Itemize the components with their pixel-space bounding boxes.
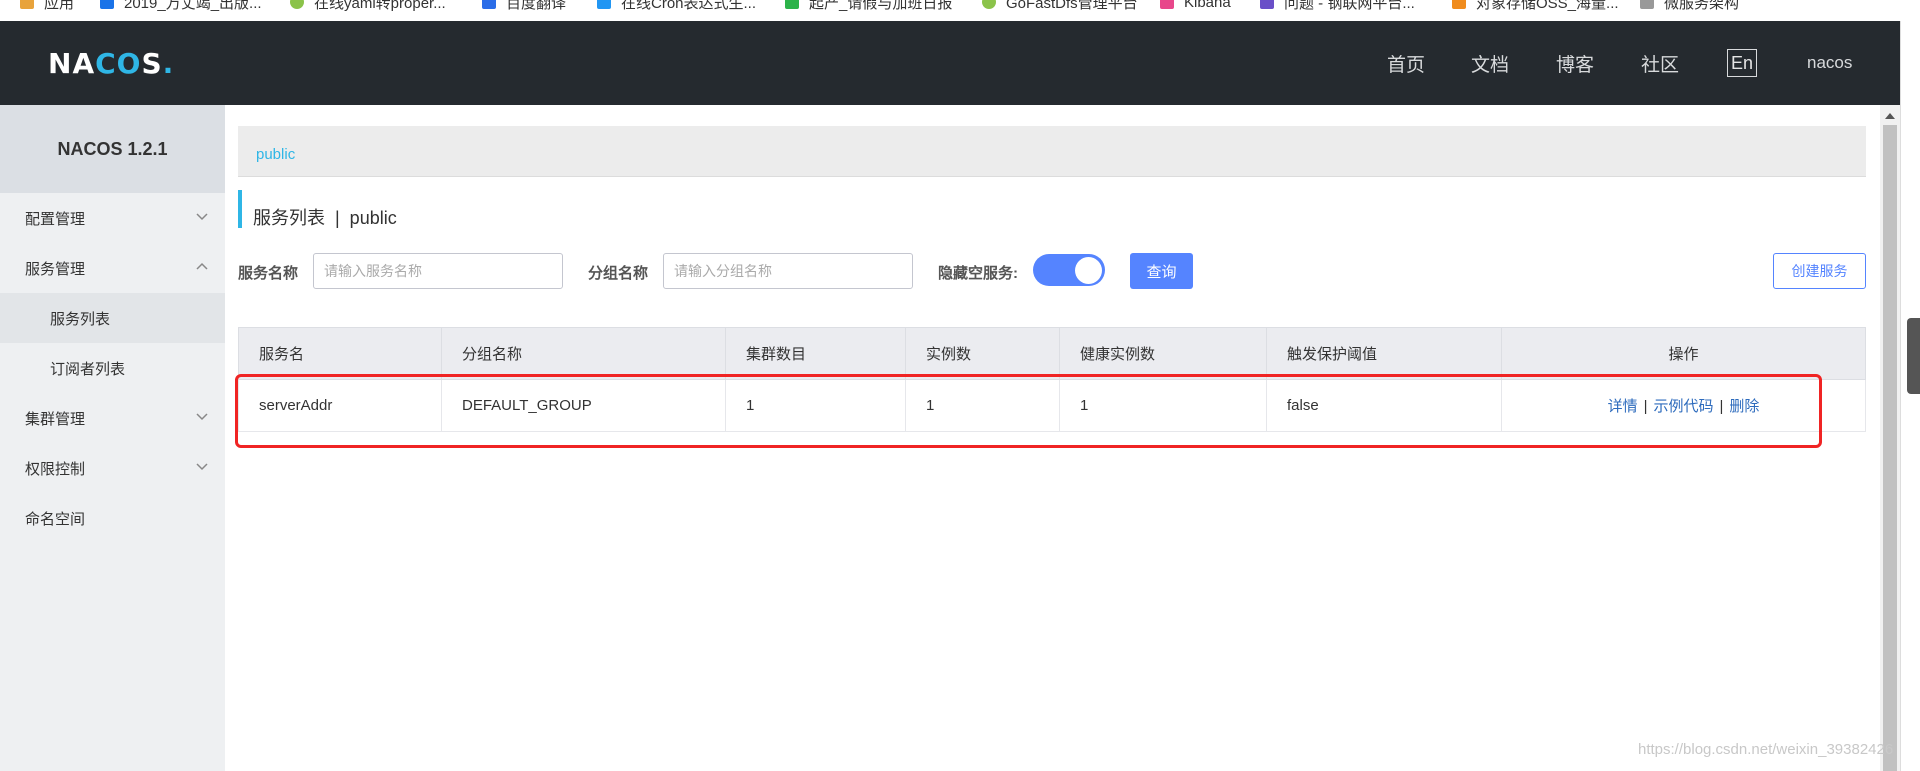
column-header-clusters: 集群数目 xyxy=(725,327,906,380)
bookmarks-bar: 应用 2019_万丈竭_出版... 在线yaml转proper... 百度翻译 … xyxy=(0,0,1920,21)
nacos-logo[interactable]: NACOS. xyxy=(48,47,174,80)
sidebar-item-namespace[interactable]: 命名空间 xyxy=(0,493,225,543)
chevron-down-icon xyxy=(196,463,208,471)
bookmark-item[interactable]: 在线Cron表达式生... xyxy=(597,0,756,12)
nav-home[interactable]: 首页 xyxy=(1387,21,1425,105)
service-name-input[interactable] xyxy=(313,253,563,289)
bookmark-icon xyxy=(290,0,304,9)
column-header-protect-threshold: 触发保护阈值 xyxy=(1266,327,1502,380)
service-name-label: 服务名称 xyxy=(238,265,299,282)
bookmark-icon xyxy=(597,0,611,9)
side-panel-handle[interactable] xyxy=(1907,318,1920,394)
red-highlight-annotation xyxy=(235,374,1822,448)
create-service-button[interactable]: 创建服务 xyxy=(1773,253,1866,289)
kibana-icon xyxy=(1160,0,1174,9)
top-navbar xyxy=(0,21,1900,105)
bookmark-item[interactable]: 百度翻译 xyxy=(482,0,566,12)
column-header-service: 服务名 xyxy=(238,327,442,380)
namespace-tab-public[interactable]: public xyxy=(256,146,295,163)
hide-empty-services-label: 隐藏空服务: xyxy=(938,265,1018,282)
table-header-row: 服务名 分组名称 集群数目 实例数 健康实例数 触发保护阈值 操作 xyxy=(238,327,1866,380)
user-menu[interactable]: nacos xyxy=(1807,21,1852,105)
page-title: 服务列表 | public xyxy=(253,208,397,228)
bookmark-icon xyxy=(100,0,114,9)
namespace-bar xyxy=(238,126,1866,177)
bookmark-item[interactable]: 起产_请假与加班日报 xyxy=(785,0,952,12)
sidebar-item-service-management[interactable]: 服务管理 xyxy=(0,243,225,293)
chevron-down-icon xyxy=(196,213,208,221)
sidebar-title: NACOS 1.2.1 xyxy=(0,105,225,193)
sidebar-item-config-management[interactable]: 配置管理 xyxy=(0,193,225,243)
bookmark-item[interactable]: 对象存储OSS_海量... xyxy=(1452,0,1619,12)
column-header-instances: 实例数 xyxy=(905,327,1060,380)
hide-empty-services-toggle[interactable] xyxy=(1033,254,1105,286)
browser-side-panel xyxy=(1900,105,1920,771)
sidebar: NACOS 1.2.1 配置管理 服务管理 服务列表 订阅者列表 集群管理 权限… xyxy=(0,105,225,771)
sidebar-item-cluster-management[interactable]: 集群管理 xyxy=(0,393,225,443)
page-scrollbar[interactable] xyxy=(1880,105,1900,771)
bookmark-icon xyxy=(982,0,996,9)
chevron-up-icon xyxy=(196,262,208,270)
nav-community[interactable]: 社区 xyxy=(1641,21,1679,105)
bookmark-item[interactable]: 问题 - 钢联网平台... xyxy=(1260,0,1415,12)
bookmark-icon xyxy=(1452,0,1466,9)
language-toggle-button[interactable]: En xyxy=(1727,49,1757,77)
bookmark-item[interactable]: GoFastDfs管理平台 xyxy=(982,0,1138,12)
nav-docs[interactable]: 文档 xyxy=(1471,21,1509,105)
apps-icon xyxy=(20,0,34,9)
watermark: https://blog.csdn.net/weixin_39382426 xyxy=(1638,741,1894,758)
browser-scrollbar-top xyxy=(1900,21,1920,105)
bookmark-icon xyxy=(1260,0,1274,9)
scrollbar-thumb[interactable] xyxy=(1883,125,1897,771)
column-header-healthy-instances: 健康实例数 xyxy=(1059,327,1267,380)
scroll-up-arrow-icon[interactable] xyxy=(1885,113,1895,119)
folder-icon xyxy=(1640,0,1654,9)
bookmark-icon xyxy=(482,0,496,9)
column-header-operations: 操作 xyxy=(1501,327,1866,380)
toggle-knob xyxy=(1075,257,1102,284)
group-name-input[interactable] xyxy=(663,253,913,289)
sidebar-item-subscriber-list[interactable]: 订阅者列表 xyxy=(0,343,225,393)
query-button[interactable]: 查询 xyxy=(1130,253,1193,289)
group-name-label: 分组名称 xyxy=(588,265,649,282)
bookmark-icon xyxy=(785,0,799,9)
bookmark-item[interactable]: 在线yaml转proper... xyxy=(290,0,446,12)
sidebar-item-access-control[interactable]: 权限控制 xyxy=(0,443,225,493)
bookmark-item[interactable]: 应用 xyxy=(20,0,74,12)
bookmark-item[interactable]: 2019_万丈竭_出版... xyxy=(100,0,262,12)
title-accent-bar xyxy=(238,190,242,228)
column-header-group: 分组名称 xyxy=(441,327,726,380)
bookmark-item[interactable]: Kibana xyxy=(1160,0,1231,12)
chevron-down-icon xyxy=(196,413,208,421)
bookmark-item[interactable]: 微服务架构 xyxy=(1640,0,1739,12)
sidebar-item-service-list[interactable]: 服务列表 xyxy=(0,293,225,343)
nav-blog[interactable]: 博客 xyxy=(1556,21,1594,105)
